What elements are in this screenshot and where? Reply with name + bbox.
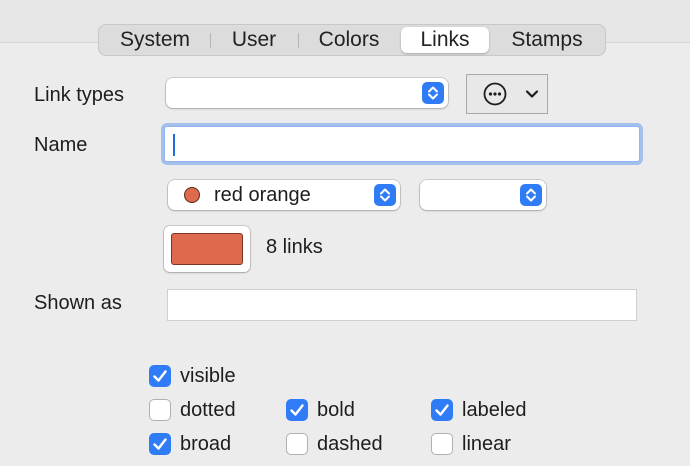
checkbox-box[interactable]: [431, 399, 453, 421]
shown-as-label: Shown as: [34, 292, 122, 314]
checkbox-label: labeled: [462, 399, 527, 421]
action-menu-button[interactable]: [466, 74, 548, 114]
tab-stamps[interactable]: Stamps: [495, 27, 599, 53]
checkbox-box[interactable]: [149, 433, 171, 455]
chevron-down-icon: [525, 87, 539, 101]
name-label: Name: [34, 134, 88, 156]
checkbox-label: linear: [462, 433, 511, 455]
secondary-popup[interactable]: [420, 180, 546, 210]
up-down-chevrons-icon: [520, 184, 542, 206]
checkbox-label: visible: [180, 365, 236, 387]
checkbox-box[interactable]: [286, 399, 308, 421]
color-popup[interactable]: red orange: [168, 180, 400, 210]
link-types-label: Link types: [34, 84, 125, 106]
checkbox-box[interactable]: [149, 399, 171, 421]
tab-bar: System User Colors Links Stamps: [98, 24, 606, 56]
up-down-chevrons-icon: [374, 184, 396, 206]
tab-colors[interactable]: Colors: [301, 27, 397, 53]
checkbox-box[interactable]: [286, 433, 308, 455]
checkbox-box[interactable]: [431, 433, 453, 455]
checkbox-label: dashed: [317, 433, 383, 455]
tab-separator: [210, 33, 211, 48]
shown-as-field[interactable]: [167, 289, 637, 321]
checkbox-label: bold: [317, 399, 355, 421]
checkbox-box[interactable]: [149, 365, 171, 387]
ellipsis-circle-icon: [483, 82, 507, 106]
name-field[interactable]: [164, 126, 640, 162]
up-down-chevrons-icon: [422, 82, 444, 104]
checkbox-label: broad: [180, 433, 232, 455]
text-caret: [173, 134, 175, 156]
tab-system[interactable]: System: [103, 27, 207, 53]
color-popup-value: red orange: [214, 183, 311, 206]
tab-user[interactable]: User: [213, 27, 295, 53]
link-count-text: 8 links: [266, 236, 323, 258]
color-well-swatch: [171, 233, 243, 265]
link-types-popup[interactable]: [166, 78, 448, 108]
color-dot: [184, 187, 200, 203]
tab-separator: [298, 33, 299, 48]
checkbox-label: dotted: [180, 399, 236, 421]
tab-links[interactable]: Links: [401, 27, 489, 53]
color-well[interactable]: [164, 226, 250, 272]
